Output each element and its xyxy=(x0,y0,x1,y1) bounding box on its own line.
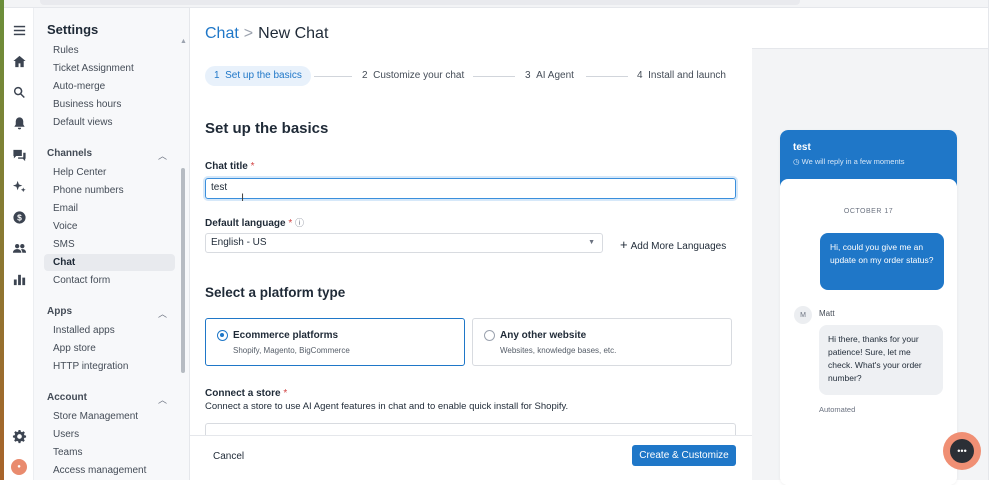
step-connector xyxy=(586,76,628,77)
chevron-down-icon: ▼ xyxy=(588,239,595,246)
chat-title-input[interactable]: test xyxy=(205,178,736,199)
platform-card-other-website[interactable]: Any other website Websites, knowledge ba… xyxy=(472,318,732,366)
connect-store-label: Connect a store * xyxy=(205,388,288,399)
platform-subtitle: Websites, knowledge bases, etc. xyxy=(500,346,617,355)
stepper: 1 Set up the basics 2 Customize your cha… xyxy=(205,66,745,88)
sidebar-section-account[interactable]: Account xyxy=(47,392,87,403)
chat-title-label: Chat title * xyxy=(205,161,255,172)
sidebar-item-teams[interactable]: Teams xyxy=(53,447,82,458)
chat-preview-panel: test ◷ We will reply in a few moments OC… xyxy=(752,49,988,485)
bar-chart-icon[interactable] xyxy=(10,270,28,288)
scroll-up-arrow[interactable]: ▲ xyxy=(180,38,187,45)
sidebar-item-auto-merge[interactable]: Auto-merge xyxy=(53,81,105,92)
info-icon: ⓘ xyxy=(295,218,305,228)
step-2[interactable]: 2 Customize your chat xyxy=(362,70,464,81)
dollar-icon[interactable]: $ xyxy=(10,208,28,226)
radio-selected[interactable] xyxy=(217,330,228,341)
sidebar-item-email[interactable]: Email xyxy=(53,203,78,214)
sidebar-section-channels[interactable]: Channels xyxy=(47,148,92,159)
chevron-up-icon[interactable]: ︿ xyxy=(158,393,167,406)
sidebar-item-rules[interactable]: Rules xyxy=(53,45,79,56)
sidebar-item-installed-apps[interactable]: Installed apps xyxy=(53,325,115,336)
agent-name: Matt xyxy=(819,309,835,318)
section-heading: Set up the basics xyxy=(205,120,329,137)
sidebar-item-default-views[interactable]: Default views xyxy=(53,117,112,128)
cancel-button[interactable]: Cancel xyxy=(213,451,244,462)
clock-icon: ◷ xyxy=(793,157,800,166)
main-panel: Chat > New Chat 1 Set up the basics 2 Cust… xyxy=(190,8,752,480)
step-connector xyxy=(473,76,515,77)
sidebar-scrollbar[interactable] xyxy=(181,168,185,373)
chat-launcher-button[interactable]: ••• xyxy=(943,432,981,470)
plus-icon: + xyxy=(620,237,628,252)
language-select[interactable]: English - US ▼ xyxy=(205,233,603,253)
step-4[interactable]: 4 Install and launch xyxy=(637,70,726,81)
breadcrumb-separator: > xyxy=(243,25,254,42)
step-1[interactable]: 1 Set up the basics xyxy=(205,66,311,86)
sidebar-title: Settings xyxy=(47,22,99,37)
page-title: New Chat xyxy=(258,25,329,42)
gear-icon[interactable] xyxy=(10,427,28,445)
default-language-label: Default language * ⓘ xyxy=(205,218,305,229)
sidebar-item-app-store[interactable]: App store xyxy=(53,343,96,354)
svg-text:$: $ xyxy=(17,212,22,222)
connect-store-description: Connect a store to use AI Agent features… xyxy=(205,401,569,412)
sidebar-item-sms[interactable]: SMS xyxy=(53,239,75,250)
sidebar-item-users[interactable]: Users xyxy=(53,429,79,440)
home-icon[interactable] xyxy=(10,52,28,70)
message-date: OCTOBER 17 xyxy=(843,208,894,215)
automated-label: Automated xyxy=(819,405,856,414)
user-message-bubble: Hi, could you give me an update on my or… xyxy=(820,233,944,290)
agent-message-bubble: Hi there, thanks for your patience! Sure… xyxy=(819,325,943,395)
chat-bubbles-icon[interactable] xyxy=(10,146,28,164)
platform-title: Ecommerce platforms xyxy=(233,330,339,341)
radio-unselected[interactable] xyxy=(484,330,495,341)
platform-subtitle: Shopify, Magento, BigCommerce xyxy=(233,346,350,355)
text-cursor-icon: I xyxy=(241,192,245,204)
chevron-up-icon[interactable]: ︿ xyxy=(158,149,167,162)
widget-reply-time: ◷ We will reply in a few moments xyxy=(793,157,905,166)
sidebar-item-access-management[interactable]: Access management xyxy=(53,465,146,476)
settings-sidebar: Settings ▲ Rules Ticket Assignment Auto-… xyxy=(34,8,190,480)
sidebar-item-contact-form[interactable]: Contact form xyxy=(53,275,110,286)
sidebar-item-business-hours[interactable]: Business hours xyxy=(53,99,121,110)
add-languages-button[interactable]: + Add More Languages xyxy=(620,237,726,252)
sidebar-section-apps[interactable]: Apps xyxy=(47,306,72,317)
sparkle-icon[interactable] xyxy=(10,177,28,195)
widget-header: test ◷ We will reply in a few moments xyxy=(780,130,957,186)
agent-avatar: M xyxy=(794,306,812,324)
step-connector xyxy=(314,76,352,77)
avatar[interactable]: ● xyxy=(10,458,28,476)
bell-icon[interactable] xyxy=(10,114,28,132)
sidebar-item-chat[interactable]: Chat xyxy=(53,257,75,268)
chat-widget-preview: test ◷ We will reply in a few moments OC… xyxy=(780,130,957,485)
form-footer: Cancel Create & Customize xyxy=(190,435,752,480)
search-icon[interactable] xyxy=(10,83,28,101)
users-icon[interactable] xyxy=(10,239,28,257)
widget-chat-name: test xyxy=(793,142,811,153)
browser-top-strip xyxy=(0,0,998,8)
sidebar-item-help-center[interactable]: Help Center xyxy=(53,167,106,178)
platform-card-ecommerce[interactable]: Ecommerce platforms Shopify, Magento, Bi… xyxy=(205,318,465,366)
menu-icon[interactable] xyxy=(10,21,28,39)
widget-body: OCTOBER 17 Hi, could you give me an upda… xyxy=(780,179,957,485)
sidebar-item-http-integration[interactable]: HTTP integration xyxy=(53,361,128,372)
platform-heading: Select a platform type xyxy=(205,285,346,300)
sidebar-item-voice[interactable]: Voice xyxy=(53,221,77,232)
sidebar-item-ticket-assignment[interactable]: Ticket Assignment xyxy=(53,63,134,74)
sidebar-item-phone-numbers[interactable]: Phone numbers xyxy=(53,185,124,196)
window-right-edge xyxy=(988,0,998,480)
step-3[interactable]: 3 AI Agent xyxy=(525,70,574,81)
icon-rail: $ ● xyxy=(4,8,34,480)
breadcrumb: Chat > New Chat xyxy=(205,25,328,43)
chevron-up-icon[interactable]: ︿ xyxy=(158,307,167,320)
breadcrumb-chat-link[interactable]: Chat xyxy=(205,25,239,42)
platform-title: Any other website xyxy=(500,330,587,341)
create-customize-button[interactable]: Create & Customize xyxy=(632,445,736,466)
sidebar-item-store-management[interactable]: Store Management xyxy=(53,411,138,422)
chat-dots-icon: ••• xyxy=(950,439,974,463)
